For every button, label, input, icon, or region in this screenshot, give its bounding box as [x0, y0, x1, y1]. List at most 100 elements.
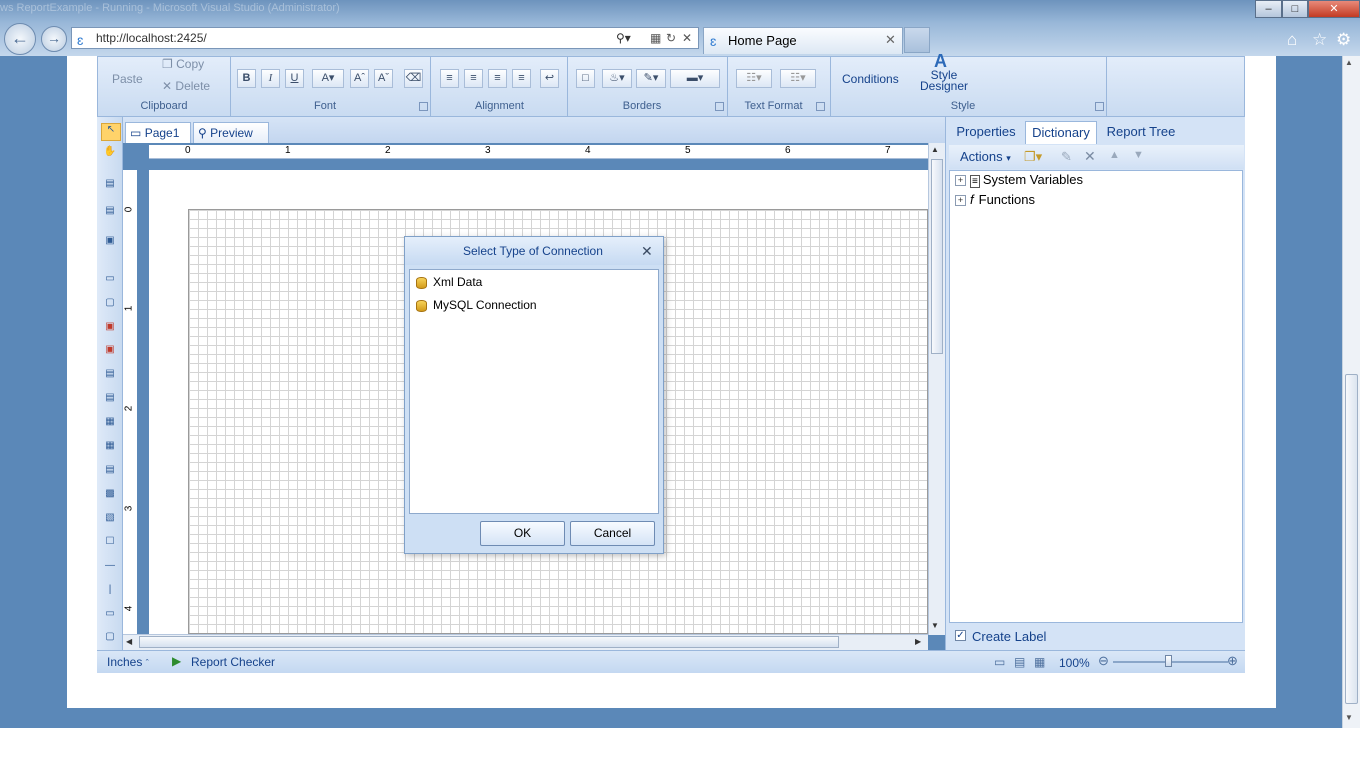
- scroll-thumb[interactable]: [1345, 374, 1358, 704]
- minimize-button[interactable]: –: [1255, 0, 1282, 18]
- barcode-tool-icon[interactable]: ▧: [101, 512, 119, 528]
- stop-icon[interactable]: ✕: [682, 28, 692, 48]
- format-button[interactable]: ☷▾: [736, 69, 772, 88]
- page-view-icon[interactable]: ▭: [994, 655, 1005, 669]
- sub-report-tool-icon[interactable]: ▣: [101, 235, 119, 251]
- tree-item-system-variables[interactable]: + ≡ System Variables: [955, 171, 1083, 189]
- multi-page-icon[interactable]: ▦: [1034, 655, 1045, 669]
- scroll-right-icon[interactable]: ▶: [915, 637, 921, 646]
- refresh-icon[interactable]: ↻: [666, 28, 676, 48]
- tab-preview[interactable]: ⚲ Preview: [193, 122, 269, 143]
- rounded-rectangle-tool-icon[interactable]: ▢: [101, 631, 119, 647]
- new-tab-button[interactable]: [904, 27, 930, 53]
- border-button[interactable]: □: [576, 69, 595, 88]
- font-color-button[interactable]: A▾: [312, 69, 344, 88]
- header-tool-icon[interactable]: ▤: [101, 368, 119, 384]
- rich-text-tool-icon[interactable]: ▣: [101, 344, 119, 360]
- search-icon[interactable]: ⚲▾: [616, 28, 631, 48]
- designer-vertical-scrollbar[interactable]: ▲ ▼: [928, 143, 945, 635]
- align-right-button[interactable]: ≡: [488, 69, 507, 88]
- scroll-up-icon[interactable]: ▲: [1345, 58, 1353, 67]
- select-tool-icon[interactable]: ↖: [101, 123, 121, 141]
- pan-tool-icon[interactable]: ✋: [101, 146, 119, 162]
- scroll-down-icon[interactable]: ▼: [1345, 713, 1353, 722]
- browser-tab[interactable]: ɛ Home Page ✕: [703, 27, 903, 54]
- new-item-icon[interactable]: ❐▾: [1024, 149, 1042, 165]
- scroll-thumb[interactable]: [139, 636, 839, 648]
- copy-button[interactable]: ❐ Copy: [162, 57, 204, 71]
- zoom-out-icon[interactable]: ⊖: [1098, 653, 1109, 669]
- text-format-dialog-launcher-icon[interactable]: [816, 102, 825, 111]
- close-window-button[interactable]: ✕: [1308, 0, 1360, 18]
- font-dialog-launcher-icon[interactable]: [419, 102, 428, 111]
- align-center-button[interactable]: ≡: [464, 69, 483, 88]
- maximize-button[interactable]: □: [1282, 0, 1308, 18]
- favorites-icon[interactable]: ☆: [1312, 30, 1327, 50]
- image-tool-icon[interactable]: ▩: [101, 488, 119, 504]
- close-tab-icon[interactable]: ✕: [885, 27, 896, 53]
- zoom-slider-thumb[interactable]: [1165, 655, 1172, 667]
- borders-dialog-launcher-icon[interactable]: [715, 102, 724, 111]
- table-tool-icon[interactable]: ▦: [101, 440, 119, 456]
- zoom-in-icon[interactable]: ⊕: [1227, 653, 1238, 669]
- tab-dictionary[interactable]: Dictionary: [1025, 121, 1097, 144]
- address-bar[interactable]: ɛ http://localhost:2425/ ⚲▾ ▦ ↻ ✕: [71, 27, 699, 49]
- delete-icon[interactable]: ✕: [1084, 148, 1096, 165]
- list-item-xml-data[interactable]: Xml Data: [416, 272, 482, 292]
- align-left-button[interactable]: ≡: [440, 69, 459, 88]
- dialog-title-bar[interactable]: Select Type of Connection ✕: [405, 237, 663, 265]
- browser-scrollbar[interactable]: ▲ ▼: [1342, 56, 1360, 728]
- band-tool-icon[interactable]: ▤: [101, 178, 119, 194]
- border-color-button[interactable]: ✎▾: [636, 69, 666, 88]
- expand-icon[interactable]: +: [955, 195, 966, 207]
- list-item-mysql-connection[interactable]: MySQL Connection: [416, 295, 537, 315]
- conditions-button[interactable]: Conditions: [842, 72, 899, 86]
- page-tool-icon[interactable]: ▭: [101, 273, 119, 289]
- designer-horizontal-scrollbar[interactable]: ◀ ▶: [123, 634, 928, 650]
- tab-properties[interactable]: Properties: [950, 121, 1022, 144]
- scroll-up-icon[interactable]: ▲: [931, 145, 939, 154]
- back-button[interactable]: ←: [4, 23, 36, 55]
- horizontal-line-tool-icon[interactable]: —: [101, 560, 119, 576]
- report-checker-button[interactable]: Report Checker: [191, 655, 275, 669]
- label-tool-icon[interactable]: ▤: [101, 464, 119, 480]
- tree-item-functions[interactable]: + f Functions: [955, 191, 1035, 209]
- units-selector[interactable]: Inches ˆ: [107, 655, 149, 669]
- compat-icon[interactable]: ▦: [650, 28, 661, 48]
- data-tool-icon[interactable]: ▦: [101, 416, 119, 432]
- url-text[interactable]: http://localhost:2425/: [96, 28, 207, 48]
- justify-button[interactable]: ≡: [512, 69, 531, 88]
- tab-page1[interactable]: ▭ Page1: [125, 122, 191, 143]
- vertical-line-tool-icon[interactable]: |: [101, 584, 119, 600]
- shrink-font-button[interactable]: Aˇ: [374, 69, 393, 88]
- cross-band-tool-icon[interactable]: ▤: [101, 205, 119, 221]
- border-style-button[interactable]: ▬▾: [670, 69, 720, 88]
- delete-button[interactable]: ✕ Delete: [162, 79, 210, 93]
- create-label-checkbox[interactable]: ✓: [955, 630, 966, 641]
- italic-button[interactable]: I: [261, 69, 280, 88]
- close-icon[interactable]: ✕: [641, 237, 653, 265]
- fill-color-button[interactable]: ♨▾: [602, 69, 632, 88]
- forward-button[interactable]: →: [41, 26, 67, 52]
- style-dialog-launcher-icon[interactable]: [1095, 102, 1104, 111]
- expand-icon[interactable]: +: [955, 175, 966, 187]
- actions-menu[interactable]: Actions ▾: [960, 149, 1011, 164]
- rectangle-tool-icon[interactable]: ▭: [101, 608, 119, 624]
- style-designer-button[interactable]: Style Designer: [916, 69, 972, 92]
- footer-tool-icon[interactable]: ▤: [101, 392, 119, 408]
- scroll-left-icon[interactable]: ◀: [126, 637, 132, 646]
- checkbox-tool-icon[interactable]: ☐: [101, 536, 119, 552]
- scroll-down-icon[interactable]: ▼: [931, 621, 939, 630]
- edit-icon[interactable]: ✎: [1061, 149, 1072, 165]
- tab-report-tree[interactable]: Report Tree: [1100, 121, 1182, 144]
- paste-button[interactable]: Paste: [112, 72, 143, 86]
- ok-button[interactable]: OK: [480, 521, 565, 546]
- underline-button[interactable]: U: [285, 69, 304, 88]
- move-down-icon[interactable]: ▼: [1133, 149, 1144, 161]
- format-dropdown-button[interactable]: ☷▾: [780, 69, 816, 88]
- word-wrap-button[interactable]: ↩: [540, 69, 559, 88]
- scroll-thumb[interactable]: [931, 159, 943, 354]
- cancel-button[interactable]: Cancel: [570, 521, 655, 546]
- text-tool-icon[interactable]: ▣: [101, 321, 119, 337]
- tools-icon[interactable]: ⚙: [1336, 30, 1351, 50]
